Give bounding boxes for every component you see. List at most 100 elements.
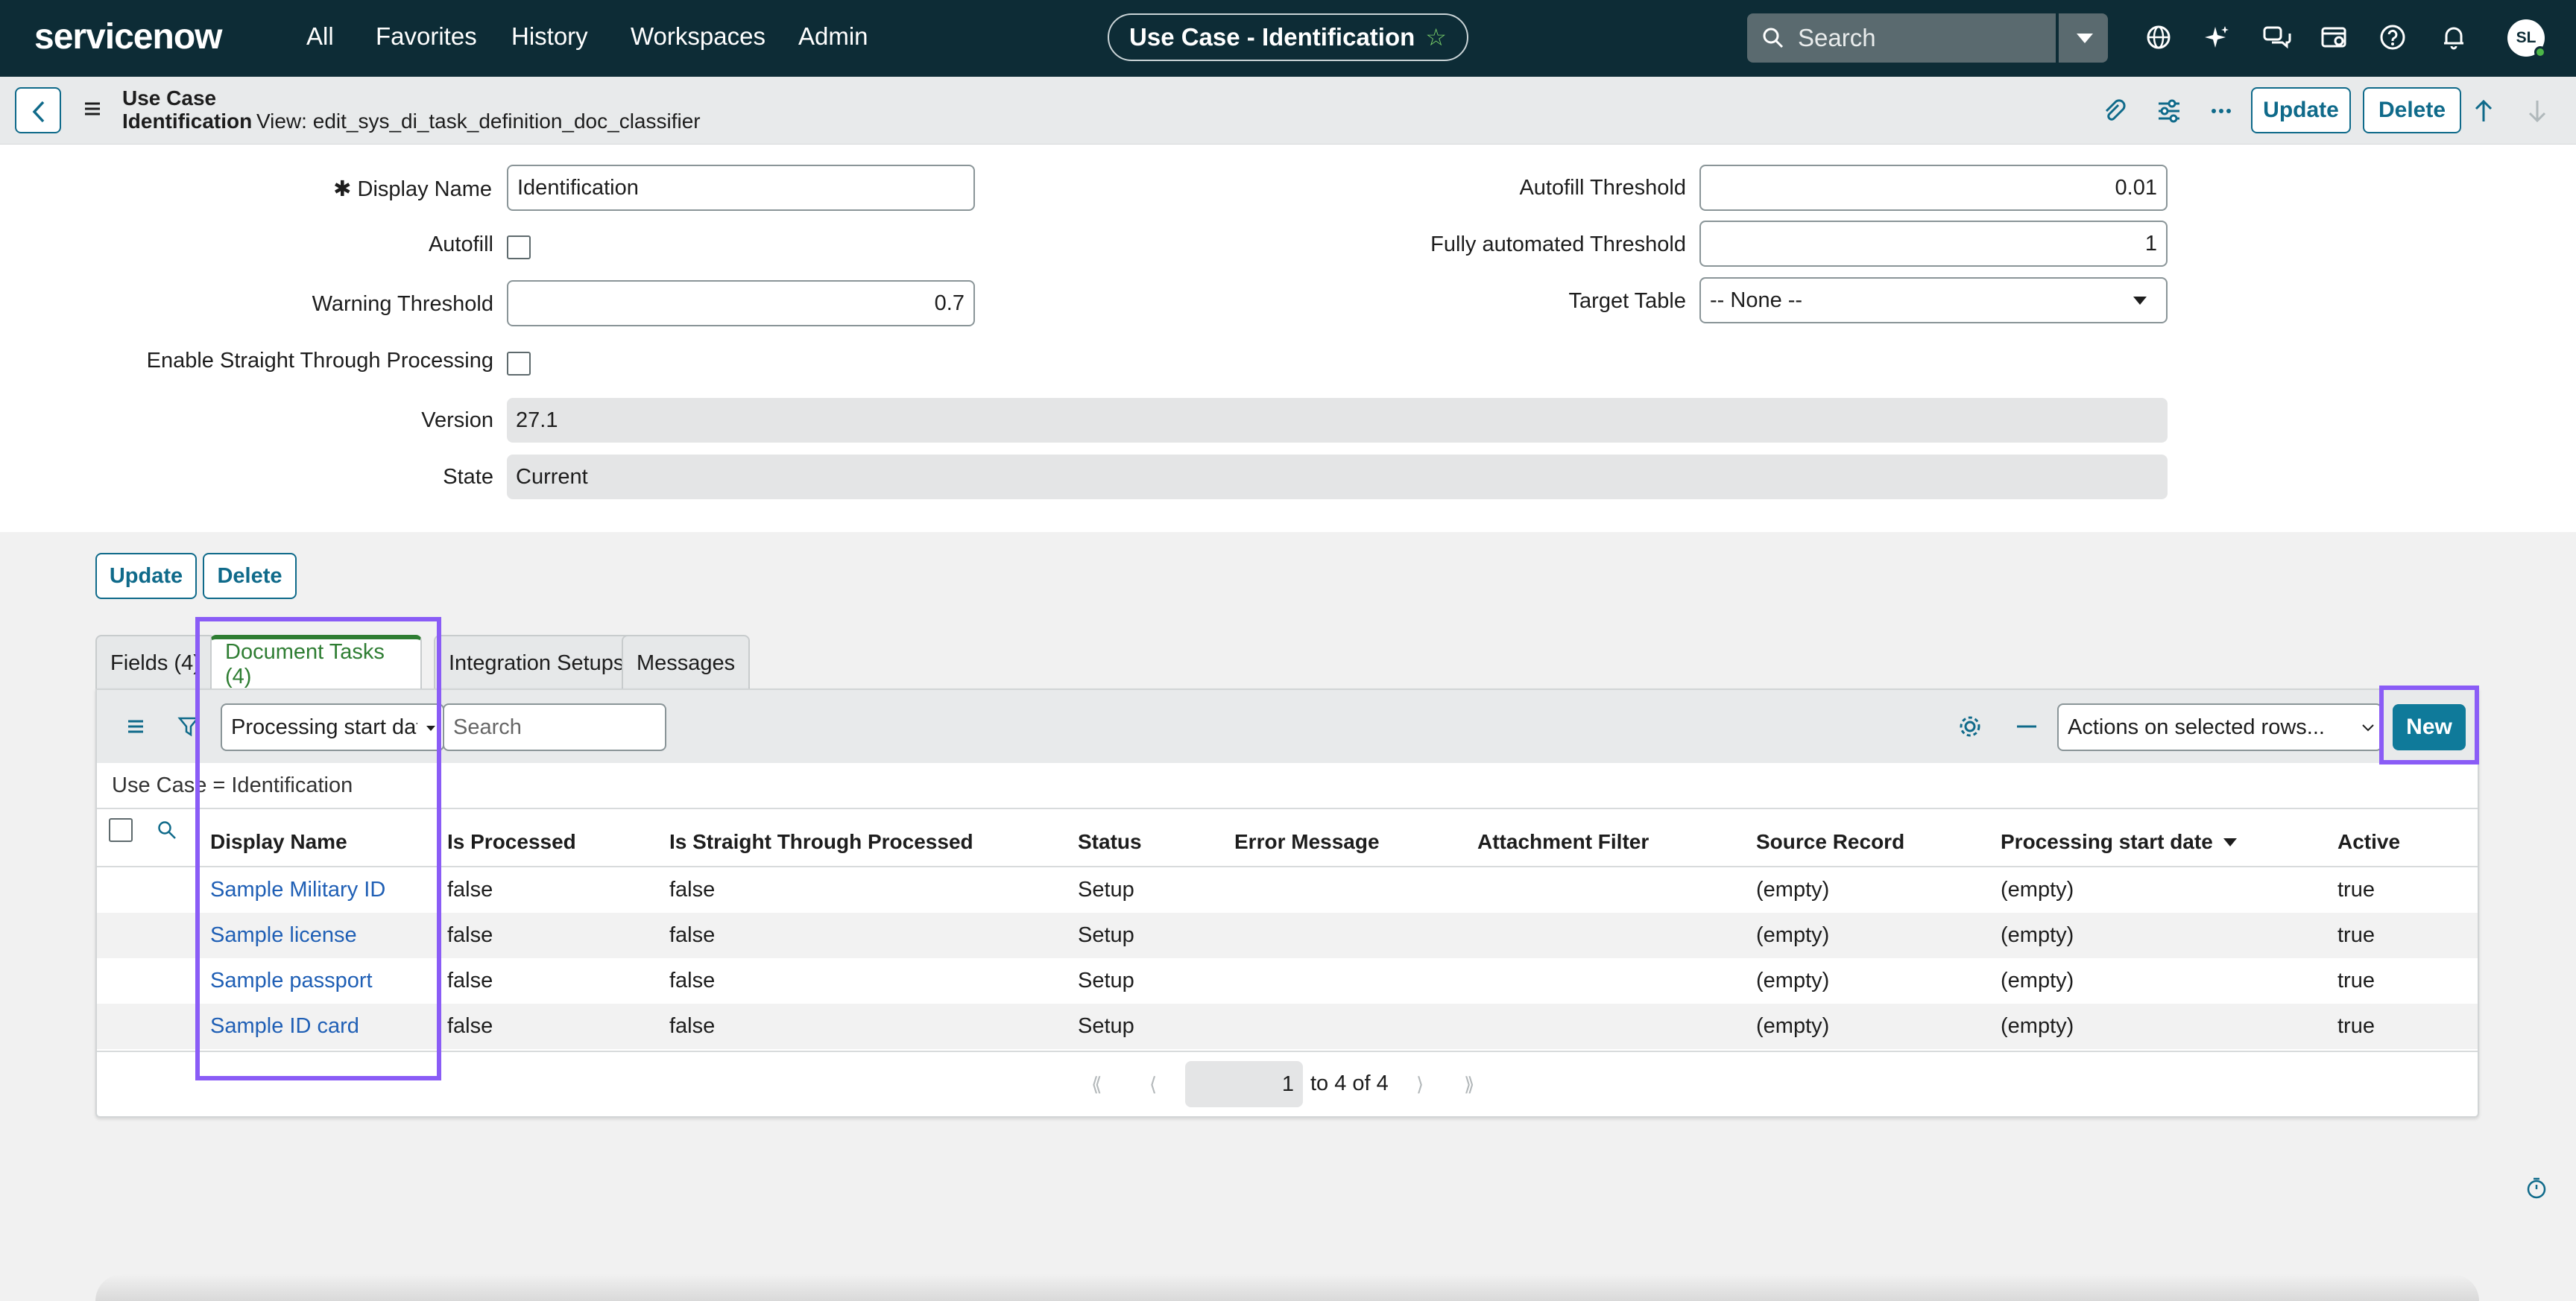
row-source-record: (empty) [1756,923,1830,947]
row-processing-start: (empty) [2001,878,2074,902]
row-stp: false [669,923,716,947]
top-navigation-bar: servicenow All Favorites History Workspa… [0,0,2576,77]
page-bottom-shadow [95,1274,2479,1301]
chevron-down-icon [2133,297,2147,305]
last-page-icon[interactable]: ⟫ [1464,1073,1474,1096]
display-name-label-text: Display Name [357,177,493,201]
servicenow-logo[interactable]: servicenow [34,16,222,57]
table-row: Sample passport false false Setup (empty… [97,958,2478,1004]
row-stp: false [669,1014,716,1038]
header-delete-button[interactable]: Delete [2363,87,2461,133]
attachment-paperclip-icon[interactable] [2100,98,2127,124]
user-initials: SL [2516,29,2536,46]
presence-dot [2534,46,2546,58]
column-header-status[interactable]: Status [1078,818,1142,866]
column-header-attachment-filter[interactable]: Attachment Filter [1477,818,1649,866]
global-search-input[interactable]: Search [1747,13,2056,63]
form-view-name: View: edit_sys_di_task_definition_doc_cl… [256,110,701,133]
state-value: Current [507,455,2168,499]
user-avatar[interactable]: SL [2507,19,2546,58]
chevron-down-icon [2362,724,2374,732]
nav-all[interactable]: All [306,22,334,51]
highlight-box-new-button [2379,686,2479,765]
target-table-label: Target Table [1568,289,1686,313]
tab-messages[interactable]: Messages [622,635,751,690]
column-header-processing-start-date[interactable]: Processing start date [2001,818,2237,866]
help-icon[interactable] [2378,22,2408,52]
search-scope-dropdown[interactable] [2057,13,2108,63]
warning-threshold-label: Warning Threshold [312,292,493,316]
next-page-icon[interactable]: ⟩ [1416,1073,1424,1096]
row-status: Setup [1078,878,1134,902]
form-delete-button[interactable]: Delete [203,553,297,599]
list-toolbar: Processing start date Search Actions on … [97,690,2478,763]
tab-integration-setups[interactable]: Integration Setups [434,635,640,690]
row-processing-start: (empty) [2001,923,2074,947]
nav-history[interactable]: History [511,22,588,51]
nav-admin[interactable]: Admin [798,22,868,51]
display-name-label: ✱ Display Name [332,176,492,202]
column-header-active[interactable]: Active [2337,818,2400,866]
nav-favorites[interactable]: Favorites [376,22,477,51]
target-table-select[interactable]: -- None -- [1699,277,2168,323]
notifications-bell-icon[interactable] [2439,22,2469,52]
list-settings-gear-icon[interactable] [1957,714,1983,739]
page-number-input[interactable]: 1 [1185,1061,1303,1107]
chevron-left-icon [32,101,45,123]
row-active: true [2337,969,2375,993]
previous-record-arrow-icon[interactable] [2470,98,2497,124]
warning-threshold-field[interactable]: 0.7 [507,280,975,326]
straight-through-label: Enable Straight Through Processing [146,349,493,373]
row-active: true [2337,878,2375,902]
more-options-icon[interactable] [2208,98,2235,124]
form-title-table: Use Case [122,86,217,110]
actions-select-value: Actions on selected rows... [2068,715,2325,739]
list-search-input[interactable]: Search [443,703,666,751]
first-page-icon[interactable]: ⟪ [1091,1073,1102,1096]
nav-workspaces[interactable]: Workspaces [631,22,765,51]
chat-icon[interactable] [2261,22,2291,52]
target-table-value: -- None -- [1710,288,1803,312]
display-name-field[interactable]: Identification [507,165,975,211]
personalize-form-icon[interactable] [2156,98,2182,124]
column-header-straight-through[interactable]: Is Straight Through Processed [669,818,973,866]
autofill-label: Autofill [428,232,493,256]
version-value: 27.1 [507,398,2168,443]
column-header-source-record[interactable]: Source Record [1756,818,1904,866]
favorite-star-icon[interactable]: ☆ [1425,23,1447,51]
row-source-record: (empty) [1756,1014,1830,1038]
select-all-checkbox[interactable] [109,818,133,842]
row-is-processed: false [447,923,493,947]
row-source-record: (empty) [1756,878,1830,902]
column-header-is-processed[interactable]: Is Processed [447,818,576,866]
next-record-arrow-icon[interactable] [2524,98,2551,124]
autofill-threshold-field[interactable]: 0.01 [1699,165,2168,211]
context-title-pill[interactable]: Use Case - Identification ☆ [1108,13,1468,61]
scratchpad-icon[interactable] [2320,22,2349,52]
straight-through-checkbox[interactable] [507,352,531,376]
list-context-menu-icon[interactable] [125,717,146,736]
divider [97,1051,2478,1052]
table-row: Sample license false false Setup (empty)… [97,913,2478,958]
divider [97,808,2478,809]
actions-on-selected-rows-select[interactable]: Actions on selected rows... [2057,703,2382,751]
fully-automated-threshold-field[interactable]: 1 [1699,221,2168,267]
back-button[interactable] [15,87,61,133]
sparkle-icon[interactable] [2202,22,2232,52]
column-search-icon[interactable] [157,820,177,841]
previous-page-icon[interactable]: ⟨ [1149,1073,1157,1096]
globe-icon[interactable] [2144,22,2174,52]
row-is-processed: false [447,1014,493,1038]
form-update-button[interactable]: Update [95,553,197,599]
response-time-clock-icon[interactable] [2525,1177,2548,1200]
form-context-menu-icon[interactable] [82,99,103,118]
table-row: Sample Military ID false false Setup (em… [97,867,2478,913]
autofill-checkbox[interactable] [507,235,531,259]
header-update-button[interactable]: Update [2251,87,2351,133]
collapse-minus-icon[interactable] [2015,723,2038,730]
row-status: Setup [1078,1014,1134,1038]
column-header-error-message[interactable]: Error Message [1234,818,1380,866]
version-label: Version [421,408,493,432]
form-header: Use Case Identification View: edit_sys_d… [0,77,2576,145]
row-is-processed: false [447,878,493,902]
